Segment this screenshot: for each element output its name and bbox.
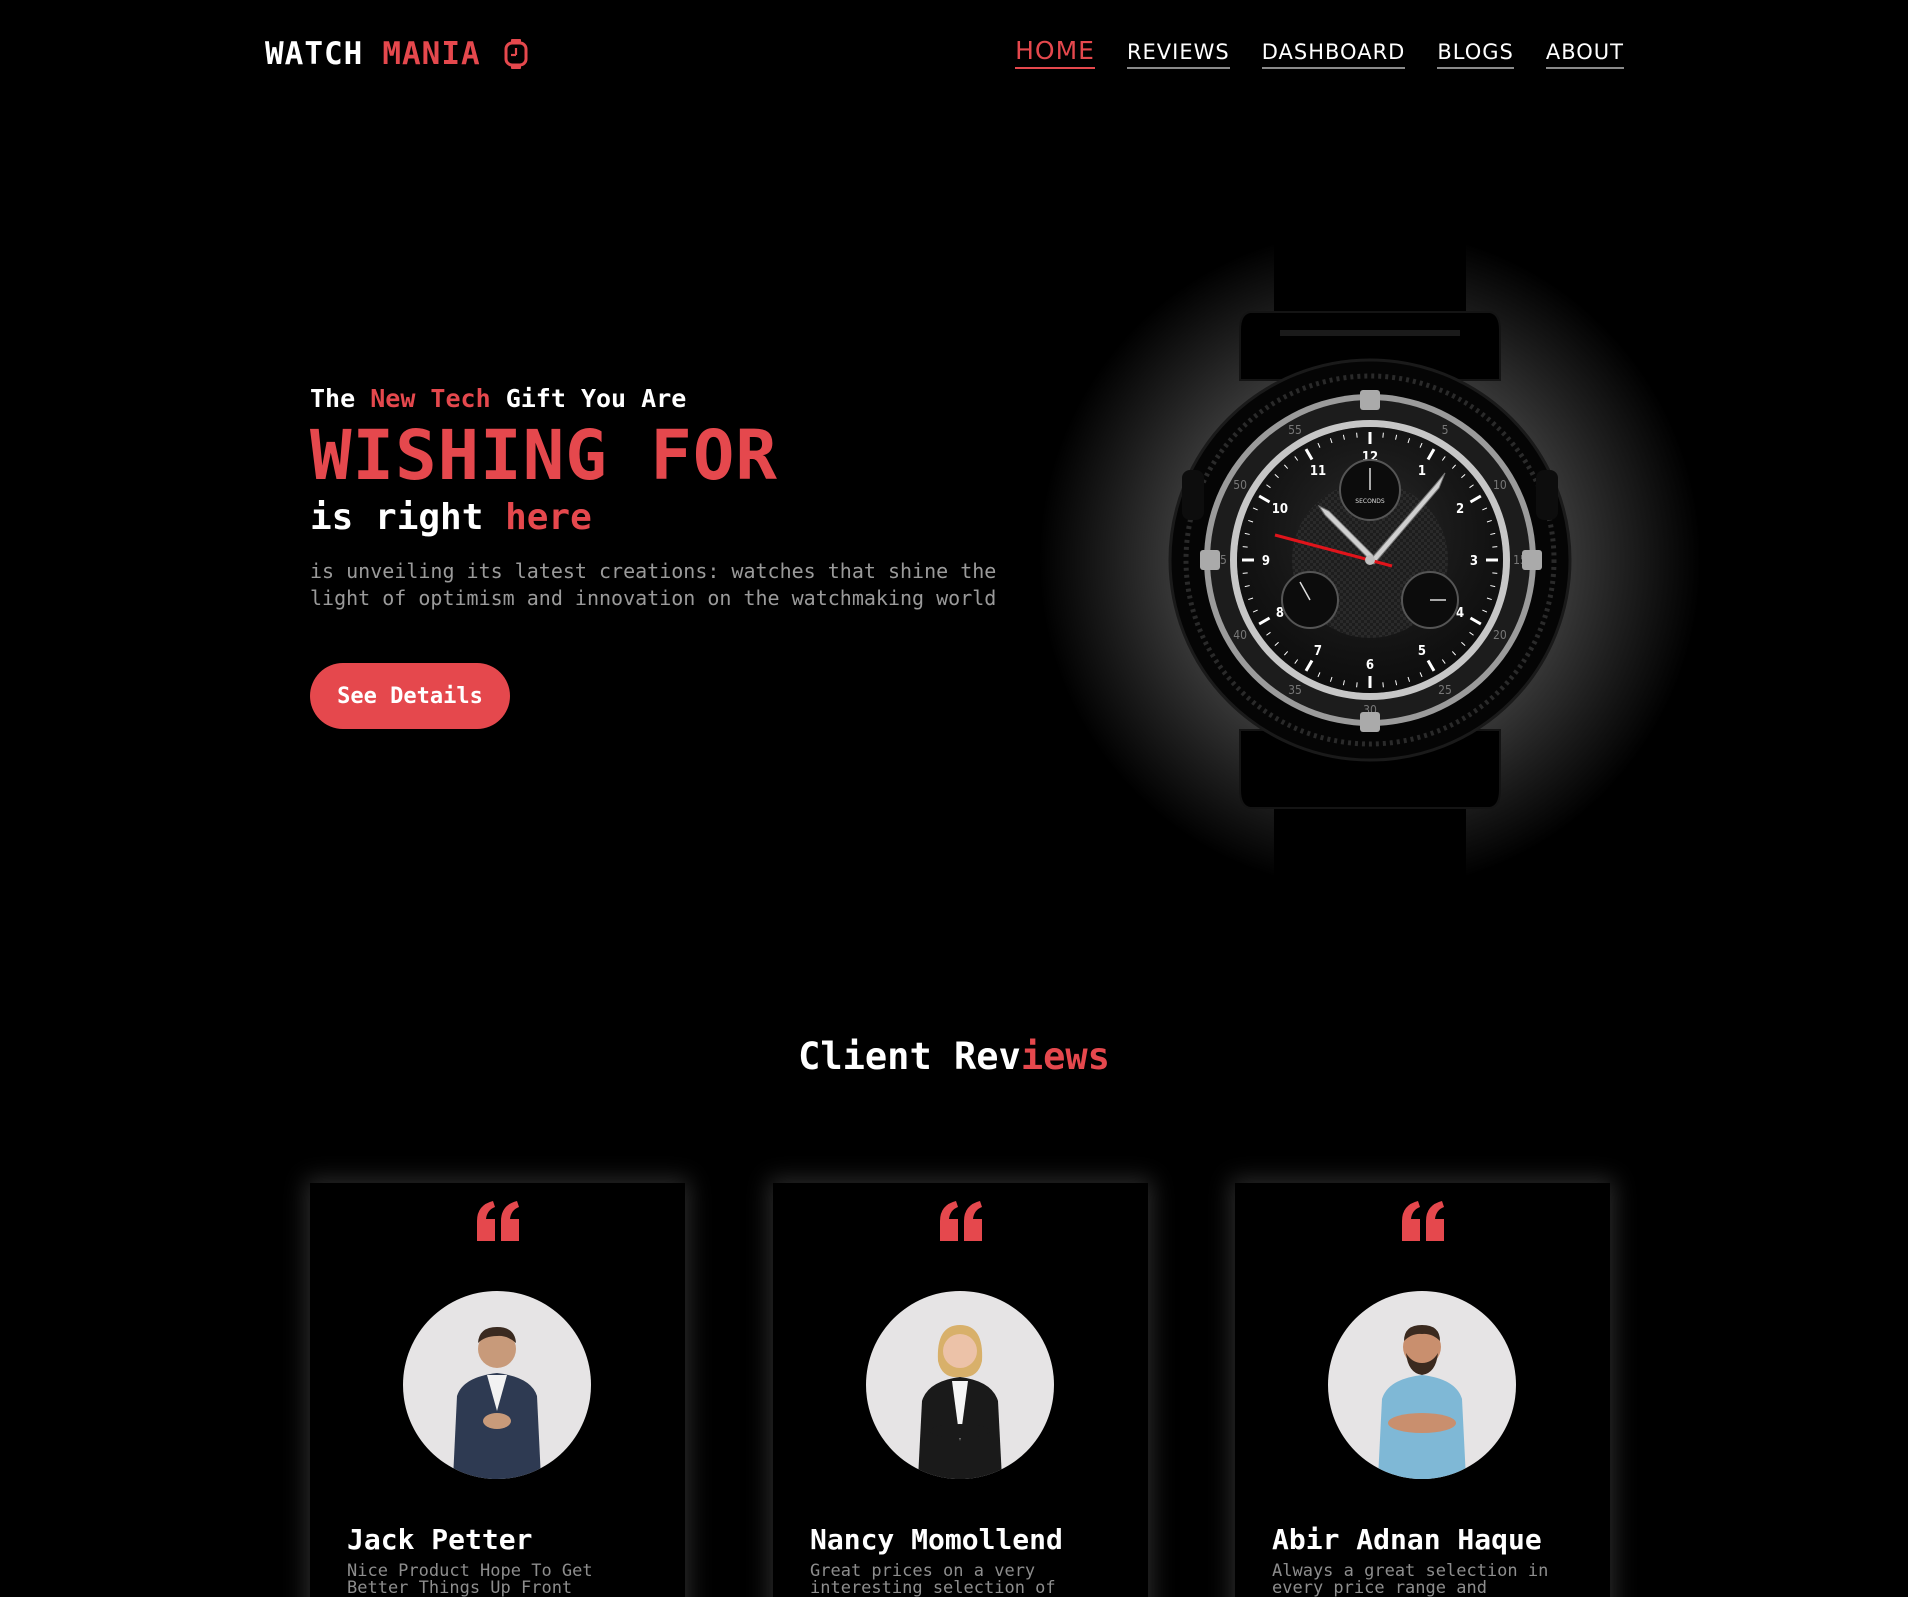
quote-icon [310,1201,685,1245]
reviews-title: Client Reviews [0,1035,1908,1078]
nav-reviews-link[interactable]: REVIEWS [1126,40,1230,69]
dial-number: 7 [1314,644,1322,659]
hero-description: is unveiling its latest creations: watch… [310,559,997,610]
watch-illustration: 510152025303540455055 121234567891011 [1168,230,1572,890]
avatar [1328,1291,1516,1479]
review-card: Jack Petter Nice Product Hope To Get Bet… [310,1183,685,1597]
main-menu: HOME REVIEWS DASHBOARD BLOGS ABOUT [1015,36,1624,69]
brand-word-watch: WATCH [265,36,364,72]
avatar [866,1291,1054,1479]
dial-tick [1356,432,1358,438]
dial-number: 9 [1262,554,1270,569]
nav-dashboard-link[interactable]: DASHBOARD [1261,40,1406,69]
review-card: Abir Adnan Haque Always a great selectio… [1235,1183,1610,1597]
dial-tick [1242,572,1248,574]
dial-tick [1382,682,1384,688]
dial-number: 5 [1418,644,1426,659]
brand-word-mania: MANIA [382,36,481,72]
nav-home-link[interactable]: HOME [1015,36,1095,69]
brand-logo[interactable]: WATCH MANIA [265,36,529,72]
bezel-number: 55 [1288,423,1302,437]
hero-tagline: is right here [310,497,1070,538]
bezel-number: 35 [1288,683,1302,697]
reviews-title-pre: Client Rev [798,1035,1021,1078]
bezel-number: 5 [1442,423,1449,437]
top-nav: WATCH MANIA HOME REVIEWS DASHBOARD BLOGS… [0,0,1908,115]
reviewer-name: Jack Petter [347,1523,533,1556]
reviewer-name: Abir Adnan Haque [1272,1523,1542,1556]
hero-watch-image: 510152025303540455055 121234567891011 [1040,230,1700,890]
bezel-number: 10 [1493,478,1507,492]
review-card: Nancy Momollend Great prices on a very i… [773,1183,1148,1597]
bezel-number: 50 [1233,478,1247,492]
see-details-button[interactable]: See Details [310,663,510,729]
hero-line-accent: here [505,497,592,538]
reviews-title-accent: iews [1020,1035,1110,1078]
dial-number: 2 [1456,502,1464,517]
quote-icon [773,1201,1148,1245]
hero-title: WISHING FOR [310,416,778,496]
watch-strap-top [1274,230,1466,320]
review-text: Nice Product Hope To Get Better Things U… [347,1561,593,1597]
seconds-label: SECONDS [1355,498,1385,505]
hero-subtitle: The New Tech Gift You Are [310,384,1070,413]
hero-sub-accent: New Tech [370,384,491,413]
dial-tick [1382,432,1384,438]
quote-icon [1235,1201,1610,1245]
dial-tick [1356,682,1358,688]
watch-strap-bottom [1274,800,1466,890]
dial-number: 6 [1366,658,1374,673]
review-text: Always a great selection in every price … [1272,1561,1549,1597]
reviewer-name: Nancy Momollend [810,1523,1063,1556]
bezel-number: 40 [1233,628,1247,642]
hero-line-pre: is right [310,497,484,538]
nav-blogs-link[interactable]: BLOGS [1437,40,1514,69]
dial-tick [1242,546,1248,548]
bezel-number: 20 [1493,628,1507,642]
dial-tick [1492,572,1498,574]
hero-sub-pre: The [310,384,356,413]
nav-about-link[interactable]: ABOUT [1545,40,1624,69]
review-text: Great prices on a very interesting selec… [810,1561,1056,1597]
dial-tick [1492,546,1498,548]
avatar [403,1291,591,1479]
dial-number: 3 [1470,554,1478,569]
dial-number: 11 [1310,464,1326,479]
dial-number: 10 [1272,502,1288,517]
dial-number: 1 [1418,464,1426,479]
hero-sub-post: Gift You Are [505,384,687,413]
bezel-number: 25 [1438,683,1452,697]
hero-text: The New Tech Gift You Are WISHING FOR is… [310,384,1070,612]
watch-icon [504,39,528,69]
